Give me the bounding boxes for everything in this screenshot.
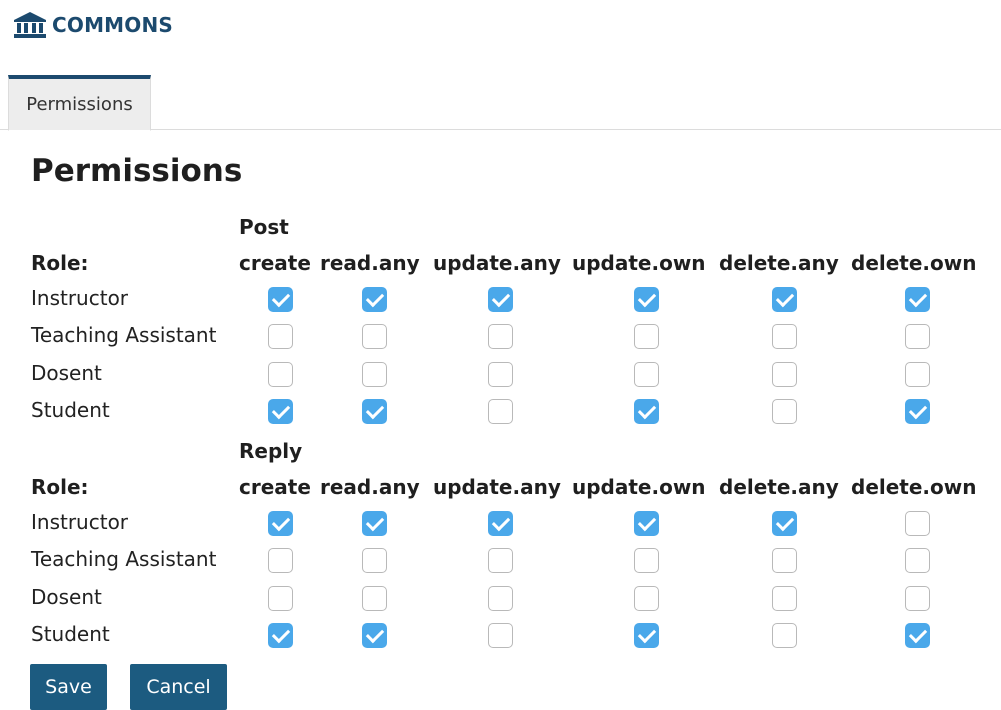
column-header-create: create [239, 251, 311, 275]
permission-row: Instructor [0, 286, 1001, 312]
role-name: Student [31, 398, 110, 422]
checkbox-delete-own[interactable] [905, 399, 930, 424]
checkbox-update-own[interactable] [634, 586, 659, 611]
section-label: Reply [239, 439, 303, 463]
role-name: Dosent [31, 361, 102, 385]
permission-row: Student [0, 622, 1001, 648]
permission-row: Teaching Assistant [0, 547, 1001, 573]
role-name: Teaching Assistant [31, 323, 217, 347]
column-header-read-any: read.any [320, 475, 420, 499]
column-header-update-any: update.any [433, 475, 561, 499]
checkbox-delete-any[interactable] [772, 287, 797, 312]
brand-name[interactable]: COMMONS [52, 13, 173, 37]
checkbox-read-any[interactable] [362, 586, 387, 611]
checkbox-update-any[interactable] [488, 324, 513, 349]
column-header-create: create [239, 475, 311, 499]
page-title: Permissions [31, 153, 243, 189]
checkbox-create[interactable] [268, 586, 293, 611]
checkbox-update-any[interactable] [488, 623, 513, 648]
tab-permissions[interactable]: Permissions [8, 75, 151, 131]
role-name: Dosent [31, 585, 102, 609]
permission-row: Dosent [0, 361, 1001, 387]
role-name: Instructor [31, 510, 129, 534]
checkbox-update-own[interactable] [634, 287, 659, 312]
checkbox-delete-own[interactable] [905, 324, 930, 349]
checkbox-read-any[interactable] [362, 548, 387, 573]
column-header-delete-own: delete.own [851, 475, 977, 499]
checkbox-create[interactable] [268, 511, 293, 536]
checkbox-read-any[interactable] [362, 287, 387, 312]
checkbox-update-own[interactable] [634, 324, 659, 349]
checkbox-update-any[interactable] [488, 586, 513, 611]
role-name: Teaching Assistant [31, 547, 217, 571]
checkbox-read-any[interactable] [362, 362, 387, 387]
checkbox-read-any[interactable] [362, 324, 387, 349]
permission-row: Teaching Assistant [0, 323, 1001, 349]
checkbox-delete-any[interactable] [772, 623, 797, 648]
checkbox-delete-any[interactable] [772, 399, 797, 424]
checkbox-update-own[interactable] [634, 399, 659, 424]
column-header-update-own: update.own [572, 475, 706, 499]
checkbox-update-any[interactable] [488, 362, 513, 387]
checkbox-update-own[interactable] [634, 362, 659, 387]
app-header: COMMONS [14, 11, 173, 39]
role-header: Role: [31, 251, 89, 275]
checkbox-update-own[interactable] [634, 548, 659, 573]
checkbox-delete-any[interactable] [772, 586, 797, 611]
checkbox-create[interactable] [268, 324, 293, 349]
checkbox-read-any[interactable] [362, 623, 387, 648]
checkbox-update-own[interactable] [634, 511, 659, 536]
role-name: Student [31, 622, 110, 646]
role-name: Instructor [31, 286, 129, 310]
checkbox-read-any[interactable] [362, 511, 387, 536]
column-header-update-own: update.own [572, 251, 706, 275]
tab-bar: Permissions [0, 75, 1001, 131]
checkbox-update-own[interactable] [634, 623, 659, 648]
column-header-read-any: read.any [320, 251, 420, 275]
column-header-row: Role: create read.any update.any update.… [0, 475, 1001, 501]
checkbox-read-any[interactable] [362, 399, 387, 424]
checkbox-update-any[interactable] [488, 287, 513, 312]
checkbox-delete-any[interactable] [772, 324, 797, 349]
column-header-delete-any: delete.any [719, 251, 839, 275]
column-header-delete-own: delete.own [851, 251, 977, 275]
permission-row: Instructor [0, 510, 1001, 536]
permission-row: Dosent [0, 585, 1001, 611]
checkbox-create[interactable] [268, 287, 293, 312]
checkbox-update-any[interactable] [488, 548, 513, 573]
checkbox-create[interactable] [268, 362, 293, 387]
column-header-delete-any: delete.any [719, 475, 839, 499]
checkbox-create[interactable] [268, 399, 293, 424]
checkbox-delete-own[interactable] [905, 362, 930, 387]
checkbox-delete-own[interactable] [905, 623, 930, 648]
cancel-button[interactable]: Cancel [130, 664, 227, 710]
checkbox-delete-any[interactable] [772, 362, 797, 387]
checkbox-update-any[interactable] [488, 511, 513, 536]
checkbox-delete-any[interactable] [772, 548, 797, 573]
column-header-row: Role: create read.any update.any update.… [0, 251, 1001, 277]
column-header-update-any: update.any [433, 251, 561, 275]
checkbox-delete-own[interactable] [905, 511, 930, 536]
checkbox-delete-own[interactable] [905, 586, 930, 611]
checkbox-delete-own[interactable] [905, 287, 930, 312]
checkbox-delete-own[interactable] [905, 548, 930, 573]
checkbox-create[interactable] [268, 548, 293, 573]
section-label: Post [239, 215, 289, 239]
save-button[interactable]: Save [30, 664, 107, 710]
institution-icon [14, 12, 46, 38]
checkbox-delete-any[interactable] [772, 511, 797, 536]
role-header: Role: [31, 475, 89, 499]
checkbox-create[interactable] [268, 623, 293, 648]
checkbox-update-any[interactable] [488, 399, 513, 424]
permission-row: Student [0, 398, 1001, 424]
